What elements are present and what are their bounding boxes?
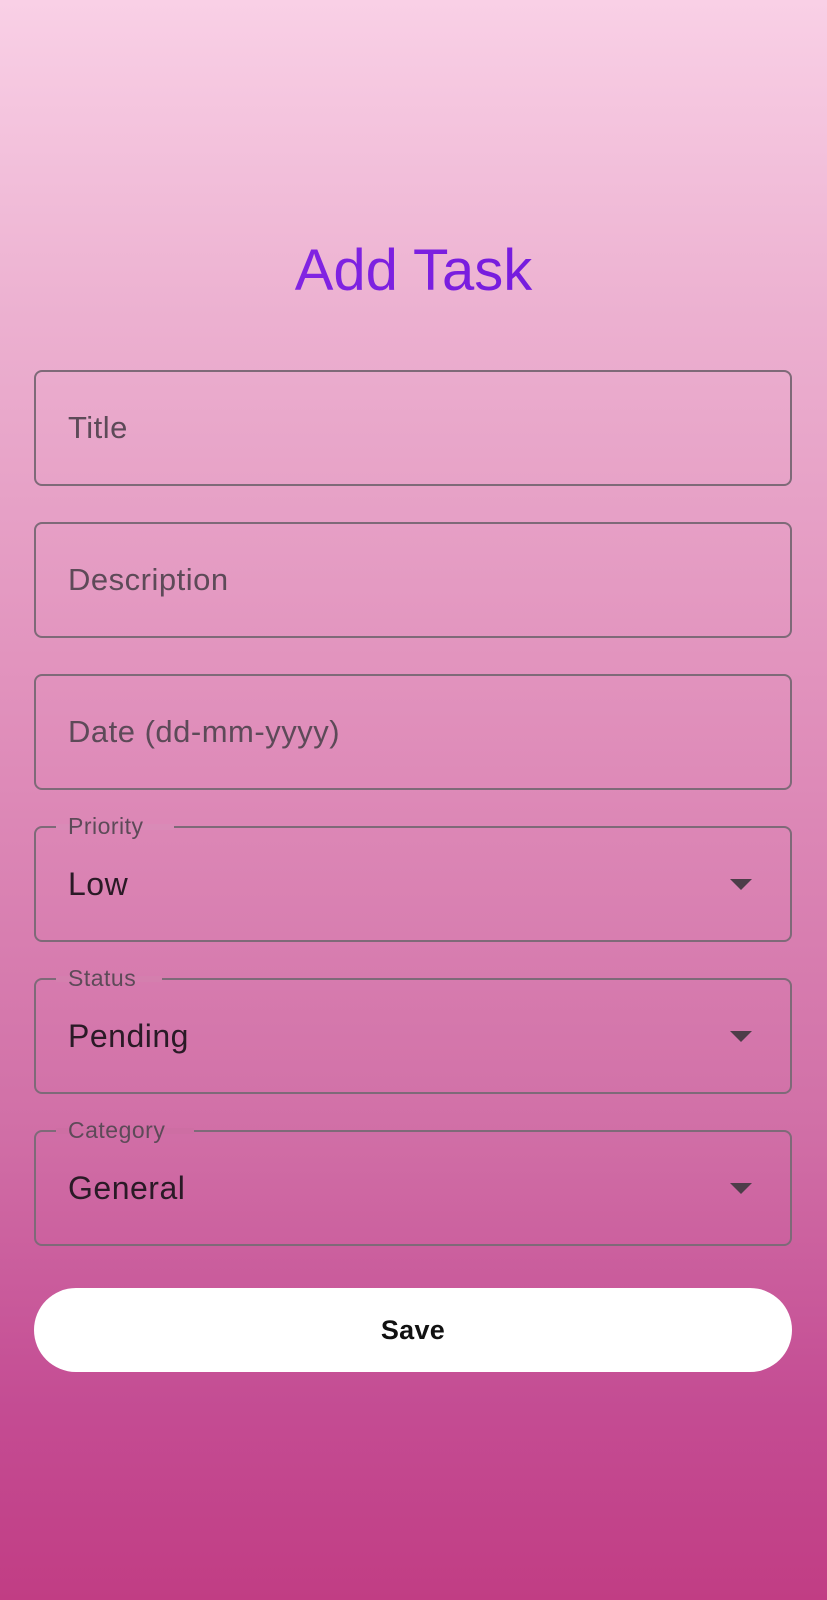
page-title: Add Task [0,238,827,304]
priority-selected-value: Low [68,866,129,902]
title-field[interactable] [34,370,792,486]
status-dropdown[interactable]: Status Pending [34,965,792,1094]
category-selected-value: General [68,1170,186,1206]
priority-dropdown[interactable]: Priority Low [34,813,792,942]
chevron-down-icon[interactable] [730,879,752,890]
chevron-down-icon[interactable] [730,1031,752,1042]
status-selected-value: Pending [68,1018,189,1054]
description-field[interactable] [34,522,792,638]
save-button[interactable]: Save [34,1288,792,1372]
date-input[interactable] [36,676,790,788]
priority-label: Priority [68,813,144,839]
date-field[interactable] [34,674,792,790]
category-dropdown[interactable]: Category General [34,1117,792,1246]
status-label: Status [68,965,137,991]
category-label: Category [68,1117,166,1143]
chevron-down-icon[interactable] [730,1183,752,1194]
description-input[interactable] [36,524,790,636]
title-input[interactable] [36,372,790,484]
